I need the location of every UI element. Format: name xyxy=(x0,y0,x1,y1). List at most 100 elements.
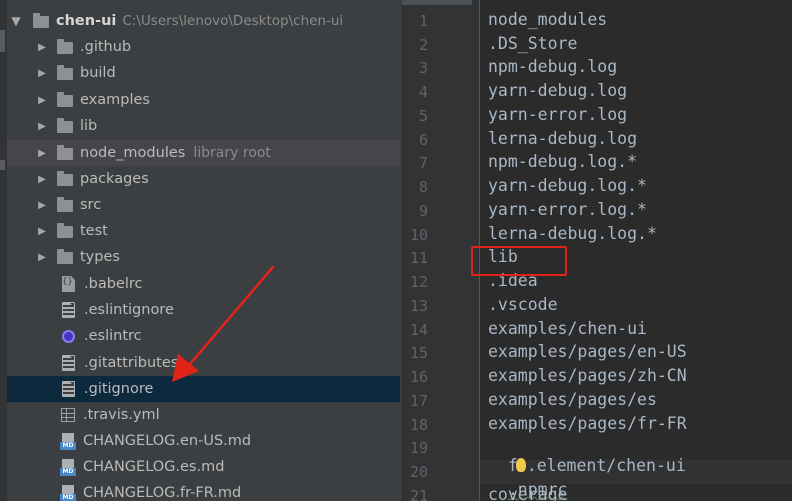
project-tree-panel: ▼ chen-ui C:\Users\lenovo\Desktop\chen-u… xyxy=(0,0,400,501)
code-line[interactable]: yarn-debug.log xyxy=(488,81,627,100)
chevron-right-icon[interactable]: ▶ xyxy=(35,121,49,132)
chevron-right-icon[interactable]: ▶ xyxy=(35,95,49,106)
folder-icon xyxy=(33,13,49,28)
tree-folder-examples[interactable]: ▶ examples xyxy=(7,87,400,113)
line-number: 11 xyxy=(409,249,428,267)
tree-root-row[interactable]: ▼ chen-ui C:\Users\lenovo\Desktop\chen-u… xyxy=(7,8,400,34)
code-line[interactable]: npm-debug.log.* xyxy=(488,152,637,171)
folder-icon xyxy=(57,118,73,133)
code-line[interactable]: coverage xyxy=(488,485,567,501)
tree-file-changelog-fr-fr[interactable]: MD CHANGELOG.fr-FR.md xyxy=(7,480,400,501)
tree-folder-types[interactable]: ▶ types xyxy=(7,244,400,270)
line-number: 4 xyxy=(418,83,428,101)
line-number: 13 xyxy=(409,297,428,315)
text-file-icon xyxy=(62,302,75,318)
strip-marker xyxy=(0,30,5,52)
yml-file-icon xyxy=(61,408,75,422)
text-file-icon xyxy=(62,355,75,371)
tree-file-eslintignore[interactable]: .eslintignore xyxy=(7,297,400,323)
markdown-file-icon: MD xyxy=(60,458,76,476)
line-number: 7 xyxy=(418,154,428,172)
chevron-down-icon[interactable]: ▼ xyxy=(9,14,23,28)
code-line[interactable]: node_modules xyxy=(488,10,607,29)
line-number: 16 xyxy=(409,368,428,386)
folder-label: node_modules xyxy=(80,145,186,161)
tree-file-travis-yml[interactable]: .travis.yml xyxy=(7,402,400,428)
line-number: 19 xyxy=(409,439,428,457)
markdown-file-icon: MD xyxy=(60,484,76,501)
text-file-icon xyxy=(62,381,75,397)
line-number: 5 xyxy=(418,107,428,125)
strip-marker xyxy=(0,160,5,170)
code-line[interactable]: examples/pages/en-US xyxy=(488,342,687,361)
chevron-right-icon[interactable]: ▶ xyxy=(35,42,49,53)
folder-label: test xyxy=(80,223,108,239)
code-line[interactable]: yarn-error.log.* xyxy=(488,200,647,219)
code-line[interactable]: yarn-error.log xyxy=(488,105,627,124)
project-path: C:\Users\lenovo\Desktop\chen-ui xyxy=(122,13,344,29)
code-line[interactable]: lerna-debug.log xyxy=(488,129,637,148)
tree-folder-src[interactable]: ▶ src xyxy=(7,192,400,218)
file-label: .eslintignore xyxy=(84,302,174,318)
tree-folder-test[interactable]: ▶ test xyxy=(7,218,400,244)
tool-window-strip xyxy=(0,0,7,501)
tree-file-gitignore[interactable]: .gitignore xyxy=(7,376,400,402)
folder-icon xyxy=(57,197,73,212)
library-root-hint: library root xyxy=(193,145,271,161)
tree-file-gitattributes[interactable]: .gitattributes xyxy=(7,350,400,376)
chevron-right-icon[interactable]: ▶ xyxy=(35,226,49,237)
code-line[interactable]: yarn-debug.log.* xyxy=(488,176,647,195)
chevron-right-icon[interactable]: ▶ xyxy=(35,174,49,185)
chevron-right-icon[interactable]: ▶ xyxy=(35,68,49,79)
markdown-file-icon: MD xyxy=(60,432,76,450)
code-line[interactable]: examples/pages/zh-CN xyxy=(488,366,687,385)
line-number: 10 xyxy=(409,226,428,244)
code-line[interactable]: npm-debug.log xyxy=(488,57,617,76)
project-name: chen-ui xyxy=(56,13,117,29)
tree-file-eslintrc[interactable]: .eslintrc xyxy=(7,323,400,349)
folder-icon xyxy=(57,249,73,264)
file-label: .travis.yml xyxy=(83,407,160,423)
folder-label: types xyxy=(80,249,120,265)
code-line[interactable]: lerna-debug.log.* xyxy=(488,224,657,243)
tree-file-changelog-es[interactable]: MD CHANGELOG.es.md xyxy=(7,454,400,480)
folder-icon xyxy=(57,145,73,160)
line-number: 14 xyxy=(409,321,428,339)
line-number: 18 xyxy=(409,416,428,434)
tree-folder-node-modules[interactable]: ▶ node_modules library root xyxy=(7,140,400,166)
line-number: 21 xyxy=(409,487,428,501)
chevron-right-icon[interactable]: ▶ xyxy=(35,200,49,211)
line-number: 17 xyxy=(409,392,428,410)
tree-folder-build[interactable]: ▶ build xyxy=(7,60,400,86)
code-line[interactable]: .DS_Store xyxy=(488,34,577,53)
annotation-highlight-box xyxy=(471,246,567,276)
folder-label: examples xyxy=(80,92,150,108)
chevron-right-icon[interactable]: ▶ xyxy=(35,252,49,263)
line-number: 9 xyxy=(418,202,428,220)
folder-icon xyxy=(57,65,73,80)
folder-label: lib xyxy=(80,118,98,134)
folder-icon xyxy=(57,39,73,54)
tree-folder-packages[interactable]: ▶ packages xyxy=(7,166,400,192)
file-label: .gitignore xyxy=(84,381,154,397)
folder-label: build xyxy=(80,65,116,81)
code-line[interactable]: .vscode xyxy=(488,295,558,314)
chevron-right-icon[interactable]: ▶ xyxy=(35,148,49,159)
folder-label: packages xyxy=(80,171,149,187)
tree-folder-github[interactable]: ▶ .github xyxy=(7,34,400,60)
tree-folder-lib[interactable]: ▶ lib xyxy=(7,113,400,139)
tree-file-changelog-en-us[interactable]: MD CHANGELOG.en-US.md xyxy=(7,428,400,454)
folder-label: .github xyxy=(80,39,132,55)
file-label: .babelrc xyxy=(84,276,143,292)
line-number: 8 xyxy=(418,178,428,196)
line-number: 15 xyxy=(409,344,428,362)
editor-tab[interactable] xyxy=(402,0,472,5)
code-line[interactable]: examples/chen-ui xyxy=(488,319,647,338)
file-label: CHANGELOG.fr-FR.md xyxy=(83,485,242,501)
line-number: 12 xyxy=(409,273,428,291)
code-line[interactable]: examples/pages/es xyxy=(488,390,657,409)
tree-file-babelrc[interactable]: .babelrc xyxy=(7,271,400,297)
eslint-icon xyxy=(62,329,75,343)
code-line[interactable]: examples/pages/fr-FR xyxy=(488,414,687,433)
line-number: 1 xyxy=(418,12,428,30)
